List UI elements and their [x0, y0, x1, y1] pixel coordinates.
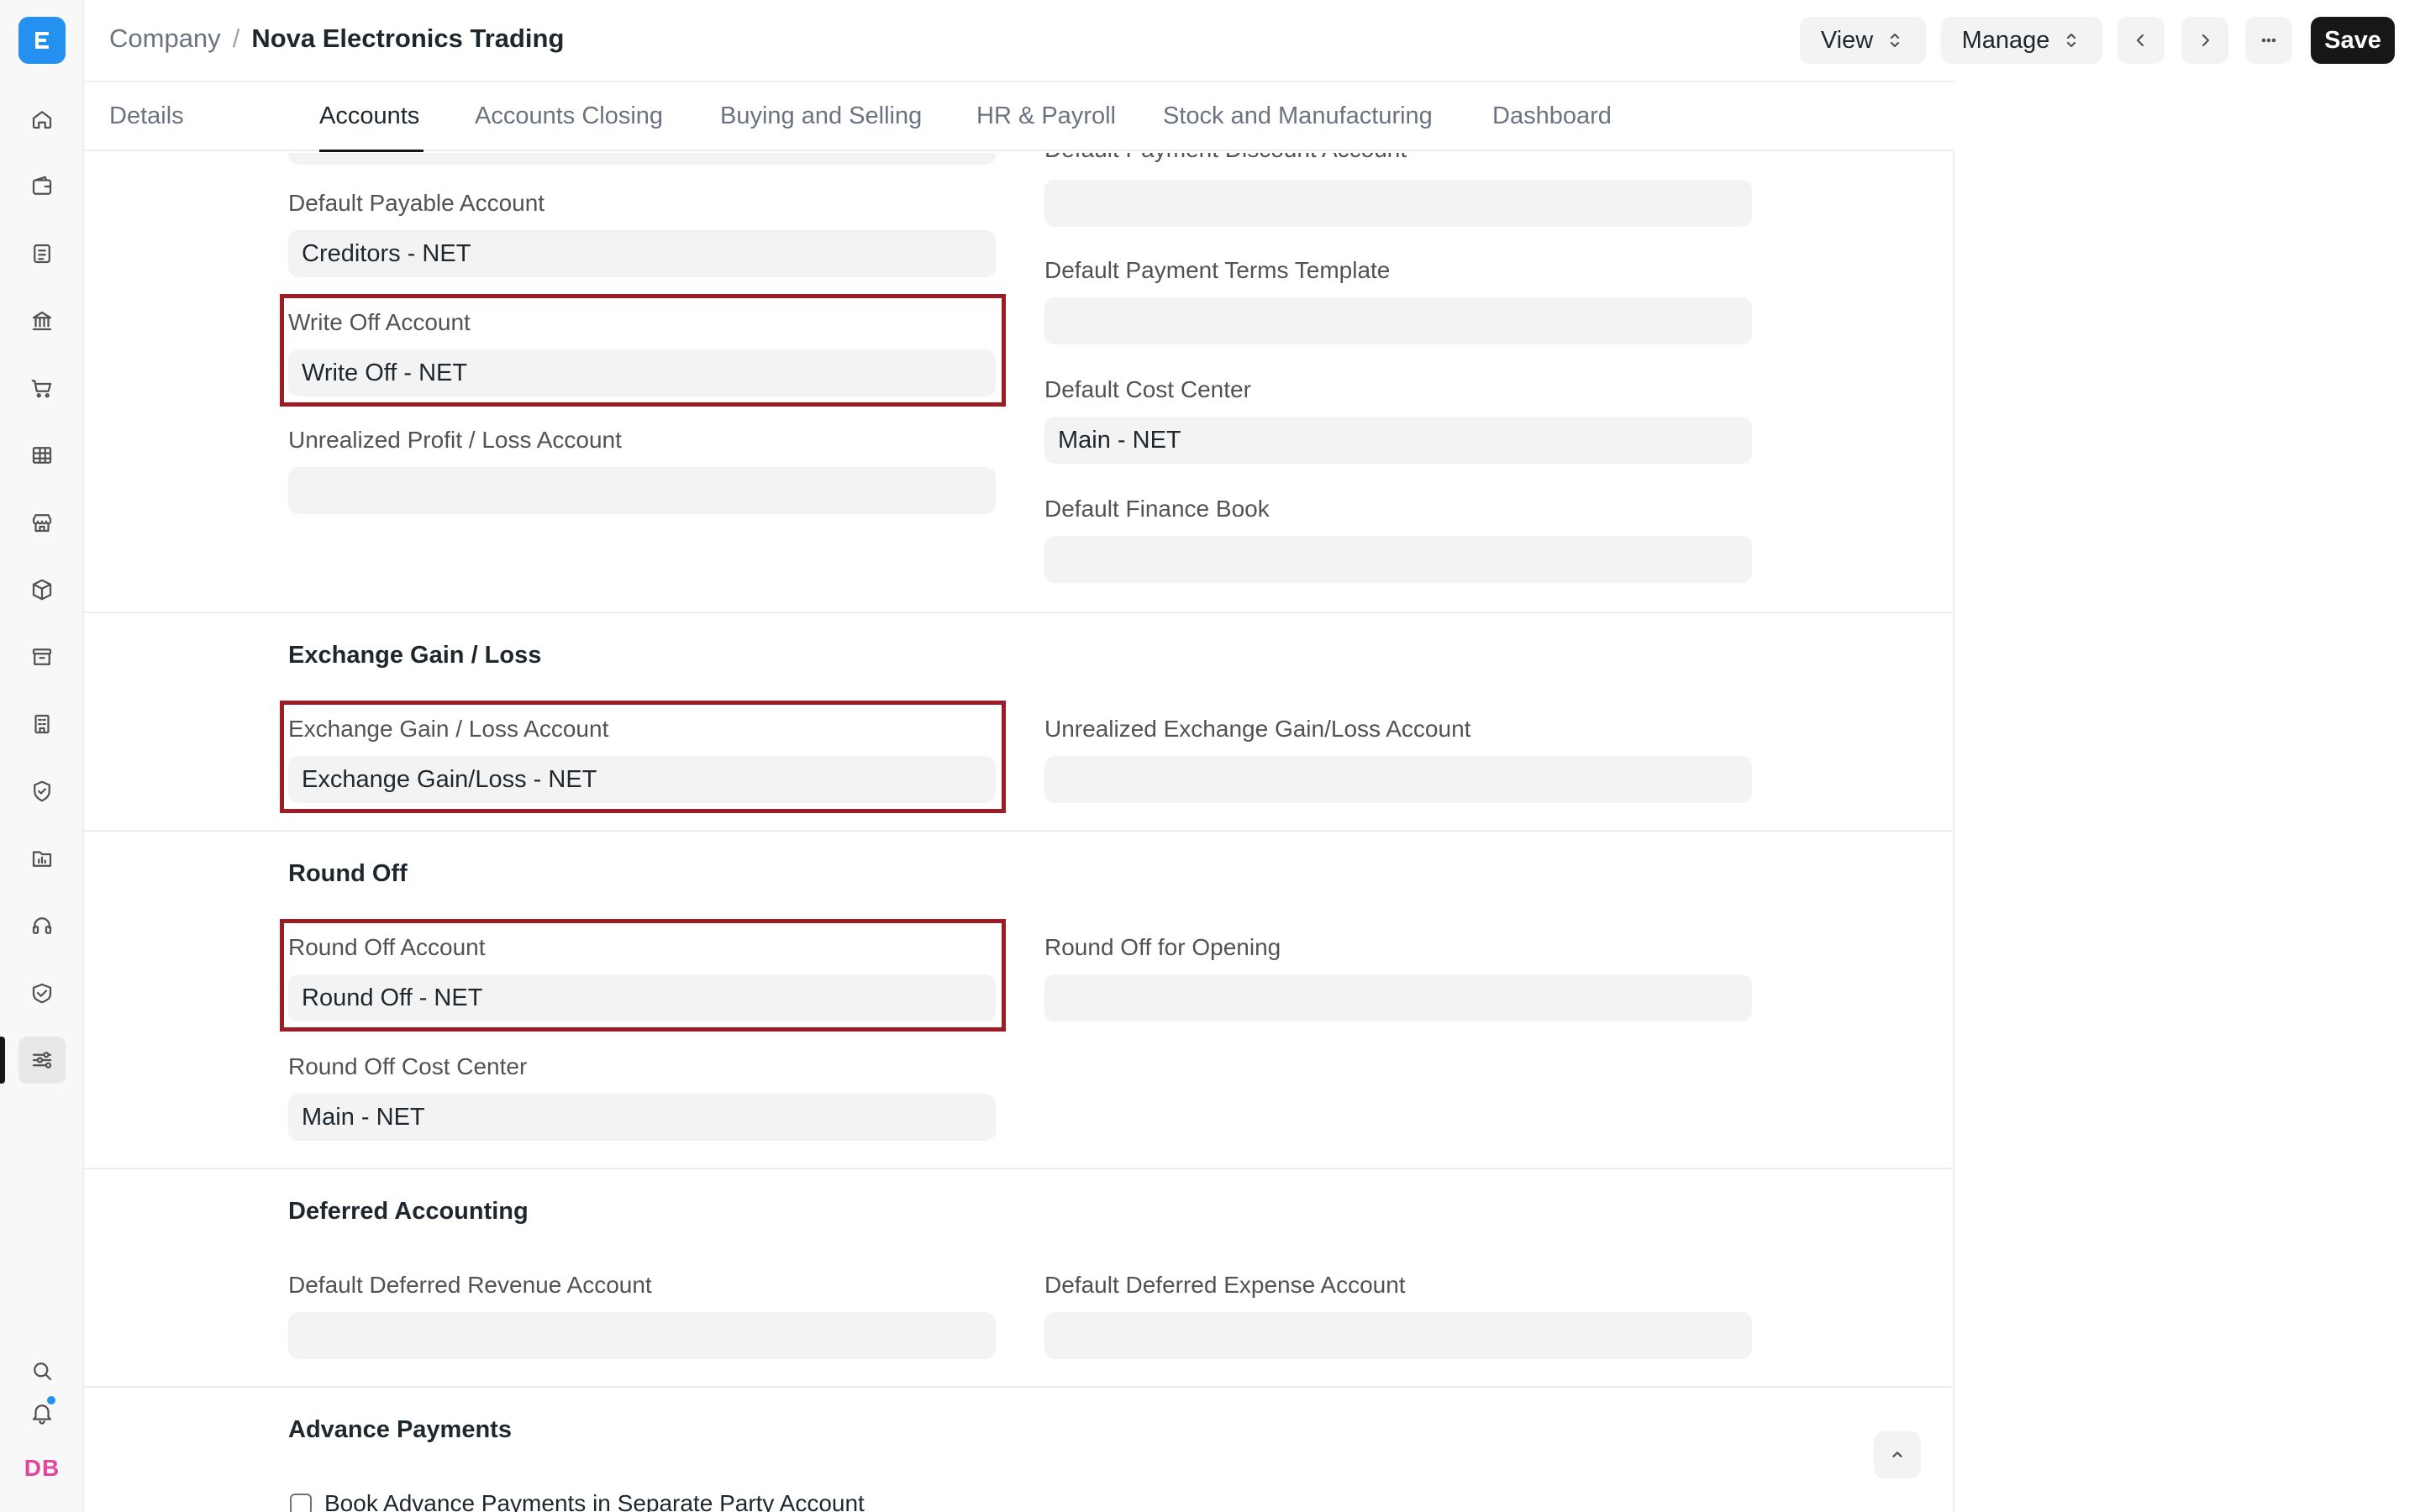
- chevron-updown-icon: [1891, 33, 1900, 48]
- default-payment-terms-template-label: Default Payment Terms Template: [1044, 257, 1391, 283]
- round-off-cost-center-input[interactable]: Main - NET: [288, 1094, 996, 1141]
- sidebar-box-icon[interactable]: [18, 566, 66, 613]
- default-payable-account-label: Default Payable Account: [288, 190, 545, 216]
- round-off-for-opening-label: Round Off for Opening: [1044, 934, 1281, 960]
- app-logo[interactable]: [18, 17, 66, 64]
- default-deferred-expense-account-label: Default Deferred Expense Account: [1044, 1272, 1406, 1298]
- book-advance-payments-checkbox[interactable]: [290, 1494, 312, 1512]
- tab-details[interactable]: Details: [109, 102, 184, 130]
- sidebar-headset-icon[interactable]: [18, 902, 66, 949]
- default-receivable-field[interactable]: [288, 153, 996, 165]
- section-divider: [84, 1386, 1953, 1388]
- sidebar-bank-icon[interactable]: [18, 297, 66, 344]
- sidebar-active-marker: [0, 1037, 5, 1084]
- round-off-section-title: Round Off: [288, 860, 408, 887]
- user-avatar[interactable]: DB: [18, 1445, 66, 1492]
- page-title: Nova Electronics Trading: [251, 24, 565, 53]
- breadcrumb-parent-link[interactable]: Company: [109, 24, 221, 54]
- view-dropdown-button[interactable]: View: [1800, 17, 1926, 64]
- next-record-button[interactable]: [2181, 17, 2228, 64]
- sidebar-building-icon[interactable]: [18, 701, 66, 748]
- round-off-account-input[interactable]: Round Off - NET: [288, 974, 996, 1021]
- sidebar-handshake-icon[interactable]: [18, 969, 66, 1016]
- sidebar-document-icon[interactable]: [18, 230, 66, 277]
- more-actions-button[interactable]: [2245, 17, 2292, 64]
- collapse-section-button[interactable]: [1874, 1431, 1921, 1478]
- section-divider: [84, 612, 1953, 613]
- sidebar-archive-icon[interactable]: [18, 633, 66, 680]
- notification-bell-icon[interactable]: [18, 1389, 66, 1436]
- tab-accounts[interactable]: Accounts: [319, 102, 419, 130]
- default-payment-terms-template-input[interactable]: [1044, 297, 1752, 344]
- erpnext-logo-icon: [35, 32, 49, 49]
- tab-accounts-closing[interactable]: Accounts Closing: [475, 102, 663, 130]
- unrealized-exchange-gain-loss-account-input[interactable]: [1044, 756, 1752, 803]
- deferred-accounting-section-title: Deferred Accounting: [288, 1198, 529, 1225]
- section-divider: [84, 1168, 1953, 1169]
- sidebar-table-icon[interactable]: [18, 432, 66, 479]
- chevron-updown-icon: [2067, 33, 2076, 48]
- default-payable-account-input[interactable]: Creditors - NET: [288, 230, 996, 277]
- book-advance-payments-label: Book Advance Payments in Separate Party …: [324, 1490, 865, 1512]
- breadcrumb-separator: /: [232, 24, 240, 53]
- sidebar: DB: [0, 0, 84, 1512]
- tab-hr-payroll[interactable]: HR & Payroll: [976, 102, 1116, 130]
- page-header: Company / Nova Electronics Trading View …: [84, 0, 2420, 81]
- tab-stock-and-manufacturing[interactable]: Stock and Manufacturing: [1163, 102, 1433, 130]
- default-finance-book-input[interactable]: [1044, 536, 1752, 583]
- chevron-left-icon: [2136, 34, 2144, 47]
- default-payment-discount-account-input[interactable]: [1044, 180, 1752, 227]
- sidebar-shield-icon[interactable]: [18, 768, 66, 815]
- default-payment-discount-account-label: Default Payment Discount Account: [1044, 153, 1407, 163]
- ellipsis-icon: [2261, 38, 2276, 43]
- unrealized-exchange-gain-loss-account-label: Unrealized Exchange Gain/Loss Account: [1044, 716, 1471, 742]
- write-off-account-input[interactable]: Write Off - NET: [288, 349, 996, 396]
- round-off-cost-center-label: Round Off Cost Center: [288, 1053, 528, 1079]
- sidebar-wallet-icon[interactable]: [18, 163, 66, 210]
- advance-payments-section-title: Advance Payments: [288, 1416, 512, 1443]
- notification-dot: [45, 1394, 57, 1406]
- view-button-label: View: [1820, 26, 1874, 54]
- default-deferred-revenue-account-label: Default Deferred Revenue Account: [288, 1272, 652, 1298]
- previous-record-button[interactable]: [2118, 17, 2165, 64]
- exchange-gain-loss-account-input[interactable]: Exchange Gain/Loss - NET: [288, 756, 996, 803]
- default-deferred-expense-account-input[interactable]: [1044, 1312, 1752, 1359]
- form-content: Default Payment Discount Account Default…: [84, 153, 1954, 1512]
- unrealized-profit-loss-account-input[interactable]: [288, 467, 996, 514]
- exchange-gain-loss-section-title: Exchange Gain / Loss: [288, 642, 542, 669]
- round-off-for-opening-input[interactable]: [1044, 974, 1752, 1021]
- sidebar-folder-chart-icon[interactable]: [18, 835, 66, 882]
- manage-button-label: Manage: [1961, 26, 2050, 54]
- active-tab-indicator: [319, 150, 424, 152]
- default-cost-center-label: Default Cost Center: [1044, 376, 1251, 402]
- default-cost-center-input[interactable]: Main - NET: [1044, 417, 1752, 464]
- sidebar-store-icon[interactable]: [18, 499, 66, 546]
- write-off-account-label: Write Off Account: [288, 309, 471, 335]
- tab-dashboard[interactable]: Dashboard: [1492, 102, 1612, 130]
- section-divider: [84, 830, 1953, 832]
- sidebar-cart-icon[interactable]: [18, 365, 66, 412]
- sidebar-home-icon[interactable]: [18, 96, 66, 143]
- unrealized-profit-loss-account-label: Unrealized Profit / Loss Account: [288, 427, 622, 453]
- default-deferred-revenue-account-input[interactable]: [288, 1312, 996, 1359]
- form-tabs: Details Accounts Accounts Closing Buying…: [84, 81, 1954, 152]
- chevron-up-icon: [1892, 1452, 1902, 1457]
- sidebar-settings-sliders-icon[interactable]: [18, 1037, 66, 1084]
- round-off-account-label: Round Off Account: [288, 934, 486, 960]
- manage-dropdown-button[interactable]: Manage: [1941, 17, 2102, 64]
- default-finance-book-label: Default Finance Book: [1044, 496, 1270, 522]
- search-icon[interactable]: [18, 1347, 66, 1394]
- tab-buying-and-selling[interactable]: Buying and Selling: [720, 102, 922, 130]
- save-button[interactable]: Save: [2311, 17, 2395, 64]
- chevron-right-icon: [2202, 34, 2210, 47]
- breadcrumb: Company / Nova Electronics Trading: [109, 24, 564, 54]
- exchange-gain-loss-account-label: Exchange Gain / Loss Account: [288, 716, 609, 742]
